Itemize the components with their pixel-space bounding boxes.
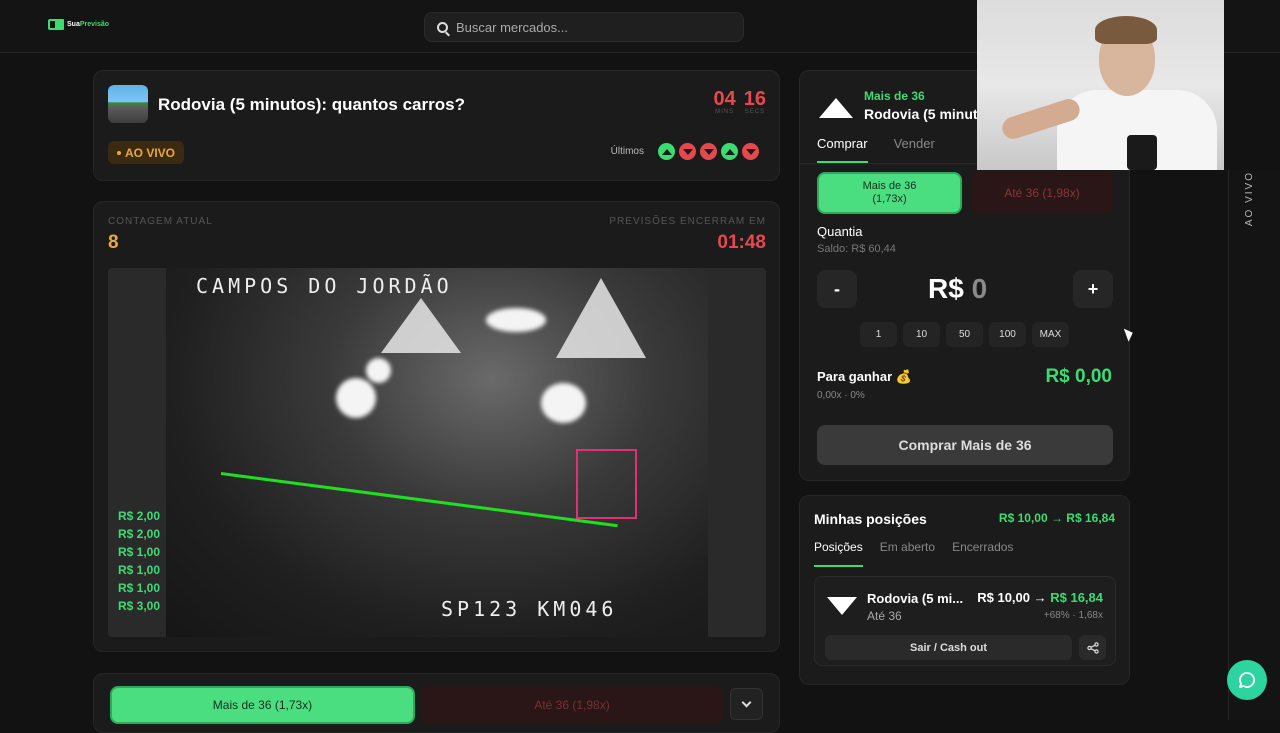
option-yes-button[interactable]: Mais de 36 (1,73x): [817, 172, 962, 214]
live-stream-card: CONTAGEM ATUAL 8 PREVISÕES ENCERRAM EM 0…: [93, 201, 780, 652]
end-label: PREVISÕES ENCERRAM EM: [609, 216, 766, 227]
quantity-label: Quantia: [817, 224, 863, 239]
bet-amount: R$ 1,00: [118, 545, 161, 559]
increment-button[interactable]: +: [1073, 270, 1113, 308]
position-item[interactable]: Rodovia (5 mi... Até 36 R$ 10,00 → R$ 16…: [814, 576, 1116, 666]
tab-open[interactable]: Em aberto: [880, 540, 935, 567]
gain-label: Para ganhar 💰: [817, 369, 912, 384]
market-header-card: Rodovia (5 minutos): quantos carros? 04 M…: [93, 70, 780, 181]
option-no-button[interactable]: Até 36 (1,98x): [971, 172, 1113, 214]
last-results-label: Últimos: [610, 146, 644, 157]
chat-button[interactable]: [1227, 660, 1267, 700]
gain-value: R$ 0,00: [1045, 366, 1112, 387]
counting-line: [220, 472, 618, 528]
side-live-label[interactable]: AO VIVO: [1244, 171, 1255, 226]
bet-amount: R$ 3,00: [118, 599, 161, 613]
microphone-icon: [1127, 135, 1157, 170]
bet-amount: R$ 1,00: [118, 563, 161, 577]
bet-no-button[interactable]: Até 36 (1,98x): [421, 686, 723, 724]
count-value: 8: [108, 232, 119, 253]
quick-amount-50[interactable]: 50: [946, 322, 983, 347]
camera-km: SP123 KM046: [441, 597, 618, 621]
logo[interactable]: SuaPrevisão: [48, 19, 109, 30]
triangle-up-icon: [819, 98, 853, 118]
live-dot-icon: [117, 150, 121, 155]
logo-icon: [48, 19, 64, 30]
positions-tabs: Posições Em aberto Encerrados: [814, 540, 1013, 567]
count-label: CONTAGEM ATUAL: [108, 216, 213, 227]
quick-amounts: 1 10 50 100 MAX: [860, 322, 1069, 347]
positions-card: Minhas posições R$ 10,00 → R$ 16,84 Posi…: [799, 495, 1130, 685]
cashout-button[interactable]: Sair / Cash out: [825, 635, 1072, 660]
balance: Saldo: R$ 60,44: [817, 243, 896, 255]
result-down-icon: [700, 143, 717, 160]
search-bar[interactable]: [424, 12, 744, 42]
quick-amount-max[interactable]: MAX: [1032, 322, 1069, 347]
search-icon: [437, 21, 448, 33]
position-name: Rodovia (5 mi...: [867, 591, 964, 606]
recent-bets: R$ 2,00 R$ 2,00 R$ 1,00 R$ 1,00 R$ 1,00 …: [118, 508, 160, 615]
amount-display[interactable]: R$ 0: [928, 273, 987, 305]
detection-box: [576, 449, 637, 519]
tab-positions[interactable]: Posições: [814, 540, 863, 567]
countdown-timer: 04 MINS 16 SECS: [713, 88, 767, 115]
quick-amount-100[interactable]: 100: [989, 322, 1026, 347]
result-down-icon: [742, 143, 759, 160]
bet-yes-button[interactable]: Mais de 36 (1,73x): [110, 686, 415, 724]
chat-icon: [1239, 672, 1255, 688]
chevron-down-icon: [741, 697, 752, 708]
side-panel: [1228, 170, 1280, 720]
tab-buy[interactable]: Comprar: [817, 136, 868, 163]
positions-title: Minhas posições: [814, 511, 927, 527]
selected-outcome: Mais de 36: [864, 89, 925, 103]
expand-button[interactable]: [730, 688, 763, 720]
gain-multiplier: 0,00x · 0%: [817, 390, 865, 401]
timer-minutes: 04: [713, 88, 736, 110]
bet-amount: R$ 2,00: [118, 527, 161, 541]
quick-amount-10[interactable]: 10: [903, 322, 940, 347]
result-up-icon: [721, 143, 738, 160]
webcam-overlay: [977, 0, 1224, 170]
share-button[interactable]: [1079, 635, 1106, 660]
buy-button[interactable]: Comprar Mais de 36: [817, 425, 1113, 465]
end-countdown: 01:48: [717, 232, 766, 253]
position-side: Até 36: [867, 609, 902, 623]
result-up-icon: [658, 143, 675, 160]
market-thumbnail: [108, 85, 148, 123]
result-down-icon: [679, 143, 696, 160]
video-player[interactable]: CAMPOS DO JORDÃO SP123 KM046 R$ 2,00 R$ …: [108, 268, 766, 637]
quick-bet-bar: Mais de 36 (1,73x) Até 36 (1,98x): [93, 673, 780, 733]
triangle-down-icon: [827, 597, 857, 615]
quick-amount-1[interactable]: 1: [860, 322, 897, 347]
position-value: R$ 10,00 → R$ 16,84: [977, 590, 1103, 605]
decrement-button[interactable]: -: [817, 270, 857, 308]
positions-summary: R$ 10,00 → R$ 16,84: [998, 511, 1115, 525]
logo-text: SuaPrevisão: [67, 21, 110, 28]
camera-feed: CAMPOS DO JORDÃO SP123 KM046: [166, 268, 708, 637]
live-badge: AO VIVO: [108, 141, 185, 164]
share-icon: [1086, 641, 1099, 654]
tab-closed[interactable]: Encerrados: [952, 540, 1013, 567]
position-return: +68% · 1,68x: [1043, 610, 1103, 621]
timer-seconds: 16: [743, 88, 766, 110]
trade-tabs: Comprar Vender: [817, 136, 935, 163]
last-results: Últimos: [611, 143, 759, 160]
market-title: Rodovia (5 minutos): quantos carros?: [158, 95, 465, 114]
tab-sell[interactable]: Vender: [894, 136, 935, 163]
bet-amount: R$ 2,00: [118, 509, 161, 523]
camera-caption: CAMPOS DO JORDÃO: [196, 274, 453, 298]
search-input[interactable]: [456, 19, 716, 35]
bet-amount: R$ 1,00: [118, 581, 161, 595]
